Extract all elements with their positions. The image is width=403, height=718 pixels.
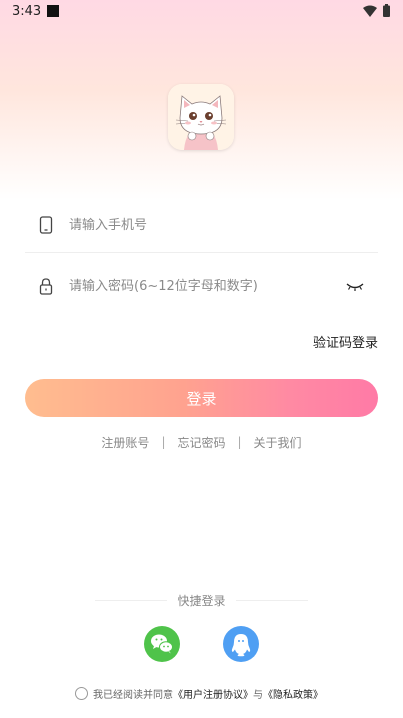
forgot-password-link[interactable]: 忘记密码 [177, 434, 225, 451]
wifi-icon [363, 5, 377, 17]
code-login-link[interactable]: 验证码登录 [313, 332, 378, 351]
quick-login-header: 快捷登录 [95, 592, 308, 608]
divider [236, 600, 308, 601]
lock-icon [39, 278, 53, 295]
link-separator: | [237, 435, 242, 449]
about-link[interactable]: 关于我们 [254, 434, 302, 451]
wechat-icon [151, 634, 173, 654]
status-time: 3:43 [12, 4, 42, 19]
phone-field [25, 198, 378, 253]
eye-closed-icon[interactable] [346, 280, 364, 292]
qq-icon [231, 634, 251, 657]
agreement-prefix: 我已经阅读并同意 [93, 689, 173, 701]
status-bar: 3:43 [0, 0, 403, 24]
privacy-policy-link[interactable]: 《隐私政策》 [263, 686, 323, 701]
password-input[interactable] [69, 275, 339, 297]
link-separator: | [161, 435, 166, 449]
password-field [25, 259, 378, 313]
battery-icon [383, 4, 390, 17]
phone-input[interactable] [69, 214, 339, 236]
register-link[interactable]: 注册账号 [101, 434, 149, 451]
login-button[interactable]: 登录 [25, 379, 378, 417]
wechat-login-button[interactable] [144, 626, 180, 662]
agreement-conjunction: 与 [253, 689, 263, 701]
app-logo [168, 84, 234, 150]
phone-icon [39, 216, 53, 234]
qq-login-button[interactable] [223, 626, 259, 662]
notification-icon [47, 5, 59, 17]
agreement-checkbox[interactable] [75, 686, 88, 700]
auxiliary-links: 注册账号 | 忘记密码 | 关于我们 [0, 432, 403, 452]
user-agreement-link[interactable]: 《用户注册协议》 [173, 686, 253, 701]
agreement-row: 我已经阅读并同意 《用户注册协议》 与 《隐私政策》 [75, 684, 375, 702]
